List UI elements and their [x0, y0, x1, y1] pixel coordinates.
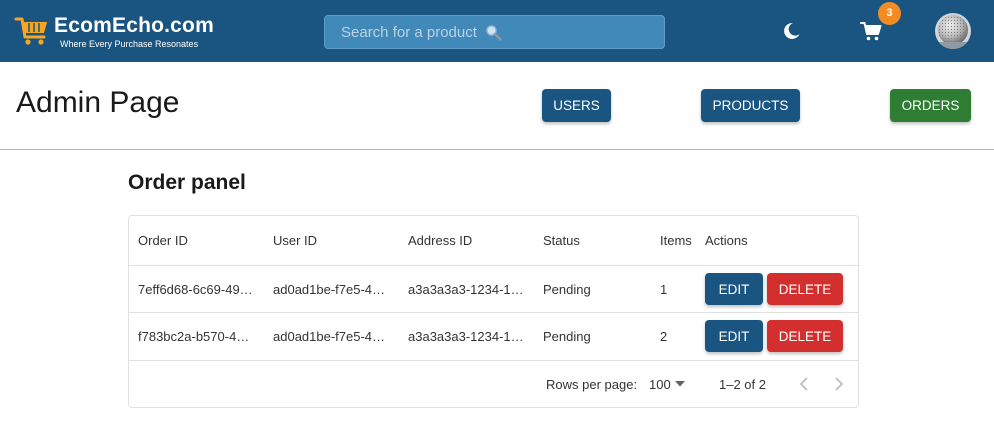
order-id-text: f783bc2a-b570-4… [138, 329, 250, 344]
cart-count-badge: 3 [878, 2, 901, 25]
page-title: Admin Page [16, 86, 180, 119]
app-bar: EcomEcho.com Where Every Purchase Resona… [0, 0, 994, 62]
order-id-cell: f783bc2a-b570-4… [138, 313, 256, 360]
brand-name: EcomEcho.com [54, 14, 214, 37]
address-id-cell: a3a3a3a3-1234-12… [408, 313, 526, 360]
search-icon [486, 25, 502, 41]
search-box[interactable] [324, 15, 665, 49]
edit-button[interactable]: EDIT [705, 273, 763, 305]
status-cell: Pending [543, 281, 591, 297]
table-row[interactable]: 7eff6d68-6c69-49… ad0ad1be-f7e5-4… a3a3a… [129, 266, 858, 313]
cart-logo-icon [14, 17, 47, 45]
user-id-text: ad0ad1be-f7e5-4… [273, 281, 386, 297]
column-header-user-id[interactable]: User ID [273, 216, 391, 265]
items-cell: 2 [660, 329, 668, 344]
user-id-text: ad0ad1be-f7e5-4… [273, 329, 386, 344]
address-id-cell: a3a3a3a3-1234-12… [408, 266, 526, 312]
edit-button[interactable]: EDIT [705, 320, 763, 352]
table-header-row: Order ID User ID Address ID Status Items… [129, 216, 858, 266]
orders-button[interactable]: ORDERS [890, 89, 971, 122]
delete-button[interactable]: DELETE [767, 320, 843, 352]
rows-per-page-select[interactable]: 100 [649, 377, 671, 392]
cart-icon[interactable] [860, 20, 882, 42]
status-cell: Pending [543, 329, 591, 344]
products-button[interactable]: PRODUCTS [701, 89, 800, 122]
items-cell: 1 [660, 281, 668, 297]
user-id-cell: ad0ad1be-f7e5-4… [273, 266, 391, 312]
column-header-actions: Actions [705, 233, 748, 248]
user-id-cell: ad0ad1be-f7e5-4… [273, 313, 391, 360]
address-id-text: a3a3a3a3-1234-12… [408, 329, 526, 344]
brand-logo[interactable]: EcomEcho.com Where Every Purchase Resona… [14, 10, 214, 54]
avatar-icon[interactable] [935, 13, 971, 49]
order-id-cell: 7eff6d68-6c69-49… [138, 266, 256, 312]
address-id-text: a3a3a3a3-1234-12… [408, 281, 526, 297]
chevron-left-icon[interactable] [795, 375, 813, 393]
panel-title: Order panel [128, 171, 246, 194]
orders-table: Order ID User ID Address ID Status Items… [128, 215, 859, 408]
section-divider [0, 149, 994, 150]
table-row[interactable]: f783bc2a-b570-4… ad0ad1be-f7e5-4… a3a3a3… [129, 313, 858, 361]
column-header-items[interactable]: Items [660, 216, 700, 265]
column-header-status[interactable]: Status [543, 216, 643, 265]
caret-down-icon[interactable] [675, 380, 685, 388]
rows-per-page-label: Rows per page: [546, 377, 638, 392]
order-id-text: 7eff6d68-6c69-49… [138, 281, 253, 297]
column-header-order-id[interactable]: Order ID [138, 216, 256, 265]
moon-icon[interactable] [780, 20, 802, 42]
users-button[interactable]: USERS [542, 89, 611, 122]
table-pagination: Rows per page: 100 1–2 of 2 [129, 361, 858, 407]
delete-button[interactable]: DELETE [767, 273, 843, 305]
chevron-right-icon[interactable] [830, 375, 848, 393]
brand-tagline: Where Every Purchase Resonates [60, 39, 199, 49]
column-header-address-id[interactable]: Address ID [408, 216, 526, 265]
pagination-range: 1–2 of 2 [719, 377, 766, 392]
